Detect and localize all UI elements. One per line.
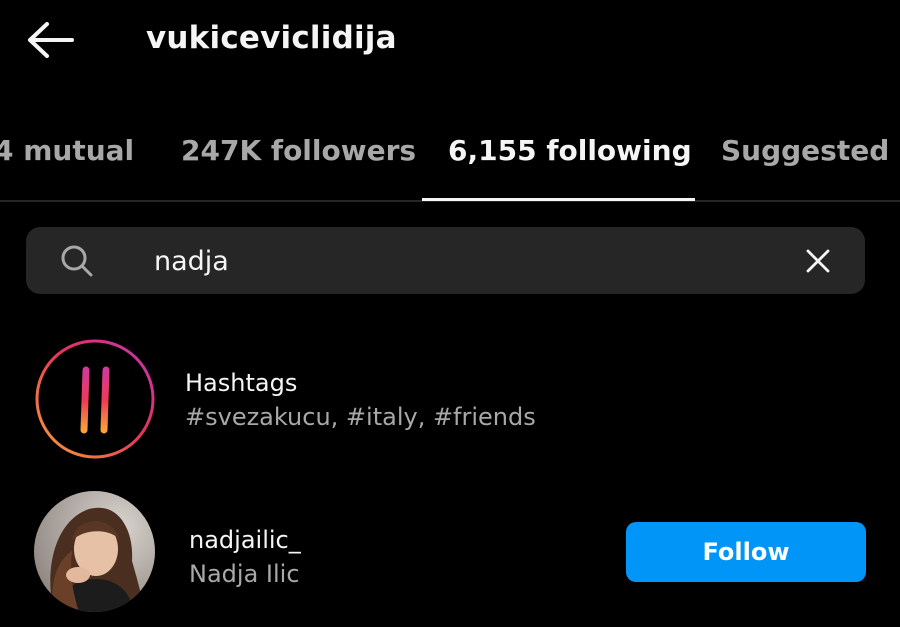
avatar[interactable] — [34, 491, 155, 612]
search-icon — [61, 245, 93, 277]
profile-photo — [34, 491, 155, 612]
back-button[interactable] — [22, 18, 78, 62]
tab-mutual[interactable]: 4 mutual — [0, 134, 134, 167]
username: nadjailic_ — [189, 526, 301, 554]
top-bar: vukiceviclidija — [0, 0, 900, 82]
hashtag-icon — [35, 339, 155, 459]
tab-suggested[interactable]: Suggested — [721, 134, 889, 167]
active-tab-indicator — [422, 198, 695, 201]
user-result-row[interactable]: nadjailic_ Nadja Ilic Follow — [0, 491, 900, 621]
clear-search-button[interactable] — [800, 243, 836, 279]
close-icon — [806, 249, 830, 273]
follow-button[interactable]: Follow — [626, 522, 866, 582]
search-input[interactable] — [154, 239, 794, 283]
hashtags-subtitle: #svezakucu, #italy, #friends — [185, 403, 536, 431]
arrow-left-icon — [28, 22, 74, 58]
hashtags-title: Hashtags — [185, 369, 298, 397]
hashtags-result-row[interactable]: Hashtags #svezakucu, #italy, #friends — [0, 338, 900, 468]
page-title: vukiceviclidija — [146, 20, 397, 56]
follow-tabs: 4 mutual 247K followers 6,155 following … — [0, 118, 900, 202]
search-bar — [26, 227, 865, 294]
tab-followers[interactable]: 247K followers — [181, 134, 416, 167]
tab-following[interactable]: 6,155 following — [448, 134, 692, 167]
full-name: Nadja Ilic — [189, 560, 300, 588]
